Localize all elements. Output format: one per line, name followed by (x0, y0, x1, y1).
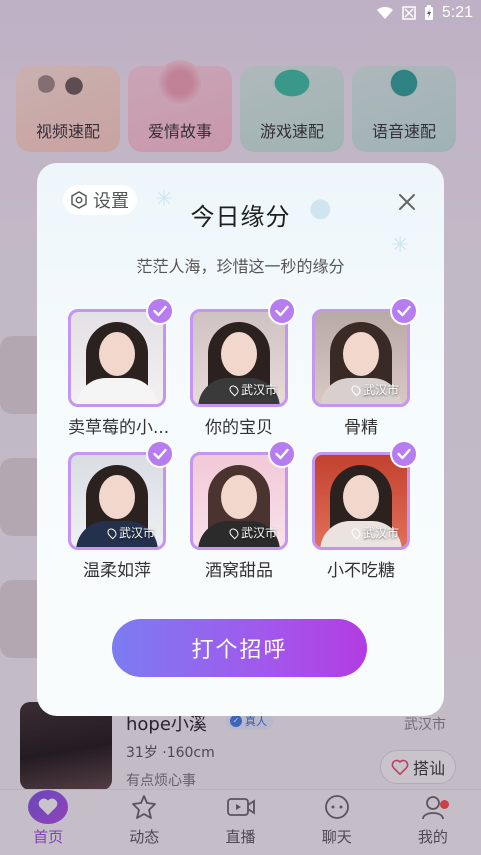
location-tag: 武汉市 (193, 524, 285, 541)
match-card[interactable]: 武汉市 小不吃糖 (312, 440, 418, 581)
match-photo[interactable]: 武汉市 (190, 452, 288, 550)
match-grid: 卖草莓的小... 武汉市 你的宝贝 武汉市 骨精 武汉市 温柔如萍 武汉市 酒窝… (68, 297, 418, 581)
photo-face (221, 475, 257, 519)
photo-face (343, 475, 379, 519)
match-photo[interactable] (68, 309, 166, 407)
location-tag: 武汉市 (71, 524, 163, 541)
location-tag: 武汉市 (315, 381, 407, 398)
location-tag: 武汉市 (193, 381, 285, 398)
selected-check-icon[interactable] (268, 297, 296, 325)
match-card[interactable]: 卖草莓的小... (68, 297, 174, 438)
location-label: 武汉市 (362, 383, 399, 397)
photo-face (99, 332, 135, 376)
status-bar: 5:21 (0, 0, 481, 30)
location-pin-icon (227, 526, 241, 540)
status-time: 5:21 (441, 4, 473, 21)
say-hello-button[interactable]: 打个招呼 (112, 619, 367, 677)
match-name: 酒窝甜品 (205, 561, 273, 581)
match-photo[interactable]: 武汉市 (68, 452, 166, 550)
dialog-title: 今日缘分 (190, 203, 291, 231)
location-tag: 武汉市 (315, 524, 407, 541)
location-pin-icon (105, 526, 119, 540)
match-name: 骨精 (344, 418, 378, 438)
selected-check-icon[interactable] (268, 440, 296, 468)
battery-charging-icon (424, 5, 433, 20)
photo-face (99, 475, 135, 519)
match-card[interactable]: 武汉市 温柔如萍 (68, 440, 174, 581)
match-name: 小不吃糖 (327, 561, 395, 581)
selected-check-icon[interactable] (146, 440, 174, 468)
match-name: 卖草莓的小... (68, 418, 170, 438)
match-photo[interactable]: 武汉市 (312, 452, 410, 550)
location-pin-icon (349, 383, 363, 397)
selected-check-icon[interactable] (146, 297, 174, 325)
photo-face (221, 332, 257, 376)
photo-face (343, 332, 379, 376)
match-photo[interactable]: 武汉市 (312, 309, 410, 407)
match-photo[interactable]: 武汉市 (190, 309, 288, 407)
wifi-icon (376, 6, 393, 19)
location-label: 武汉市 (240, 383, 277, 397)
signal-off-icon (402, 6, 416, 20)
location-label: 武汉市 (240, 526, 277, 540)
selected-check-icon[interactable] (390, 297, 418, 325)
dialog-subtitle: 茫茫人海，珍惜这一秒的缘分 (136, 257, 345, 276)
location-label: 武汉市 (362, 526, 399, 540)
match-card[interactable]: 武汉市 你的宝贝 (190, 297, 296, 438)
match-card[interactable]: 武汉市 骨精 (312, 297, 418, 438)
match-name: 温柔如萍 (83, 561, 151, 581)
selected-check-icon[interactable] (390, 440, 418, 468)
match-card[interactable]: 武汉市 酒窝甜品 (190, 440, 296, 581)
location-pin-icon (227, 383, 241, 397)
fate-dialog: ✳ ✳ ● 设置 今日缘分 茫茫人海，珍惜这一秒的缘分 卖草莓的小... 武汉市… (37, 163, 444, 716)
location-pin-icon (349, 526, 363, 540)
location-label: 武汉市 (118, 526, 155, 540)
match-name: 你的宝贝 (205, 418, 273, 438)
